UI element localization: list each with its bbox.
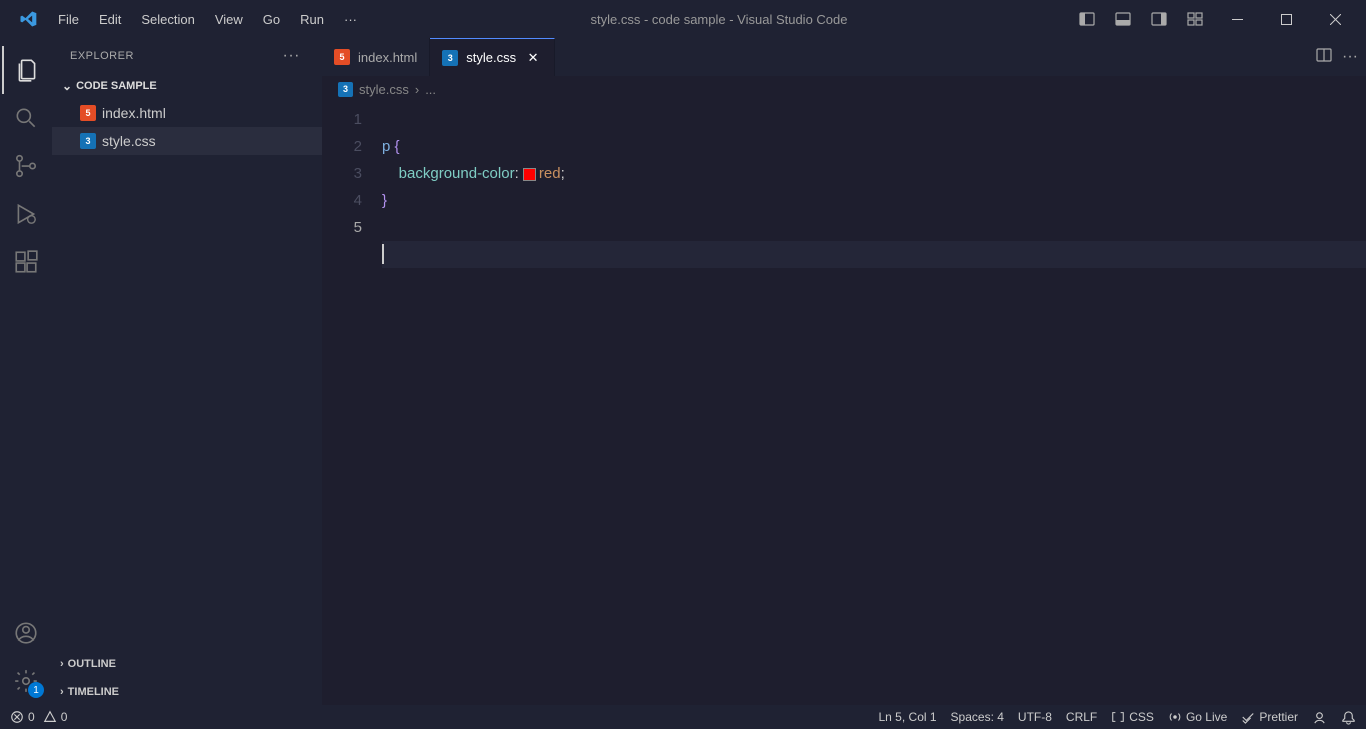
file-index-html[interactable]: 5 index.html <box>52 99 322 127</box>
breadcrumb-rest: ... <box>425 82 436 97</box>
activity-extensions-icon[interactable] <box>2 238 50 286</box>
breadcrumb-file: style.css <box>359 82 409 97</box>
activity-debug-icon[interactable] <box>2 190 50 238</box>
tab-index-html[interactable]: 5 index.html <box>322 38 430 76</box>
line-number: 3 <box>322 160 362 187</box>
editor-area: 5 index.html 3 style.css ✕ ··· 3 style.c… <box>322 38 1366 705</box>
tab-style-css[interactable]: 3 style.css ✕ <box>430 38 555 76</box>
line-gutter: 1 2 3 4 5 <box>322 102 382 705</box>
status-encoding[interactable]: UTF-8 <box>1018 710 1052 724</box>
chevron-right-icon: › <box>60 686 64 698</box>
outline-section[interactable]: › OUTLINE <box>52 649 322 677</box>
activity-bar: 1 <box>0 38 52 705</box>
timeline-section[interactable]: › TIMELINE <box>52 677 322 705</box>
sidebar-title-row: EXPLORER ··· <box>52 38 322 73</box>
css-file-icon: 3 <box>442 50 458 66</box>
code-editor[interactable]: 1 2 3 4 5 p { background-color: red; } <box>322 102 1366 705</box>
layout-customize-icon[interactable] <box>1179 4 1211 34</box>
status-go-live[interactable]: Go Live <box>1168 710 1227 724</box>
current-line <box>382 241 1366 268</box>
file-style-css[interactable]: 3 style.css <box>52 127 322 155</box>
menu-more-icon[interactable]: ··· <box>334 12 367 27</box>
layout-panel-left-icon[interactable] <box>1071 4 1103 34</box>
status-prettier[interactable]: Prettier <box>1241 710 1298 724</box>
prettier-label: Prettier <box>1259 710 1298 724</box>
menu-go[interactable]: Go <box>253 12 290 27</box>
token-indent <box>382 165 399 182</box>
editor-more-icon[interactable]: ··· <box>1342 48 1358 66</box>
status-spaces[interactable]: Spaces: 4 <box>951 710 1004 724</box>
cursor-icon <box>382 244 384 264</box>
status-warnings[interactable]: 0 <box>43 710 68 724</box>
token-brace: { <box>395 138 400 155</box>
token-colon: : <box>515 165 523 182</box>
window-close-icon[interactable] <box>1313 4 1358 34</box>
layout-panel-bottom-icon[interactable] <box>1107 4 1139 34</box>
activity-settings-icon[interactable]: 1 <box>2 657 50 705</box>
status-eol[interactable]: CRLF <box>1066 710 1097 724</box>
status-errors[interactable]: 0 <box>10 710 35 724</box>
activity-search-icon[interactable] <box>2 94 50 142</box>
file-tree: 5 index.html 3 style.css <box>52 99 322 649</box>
status-bell-icon[interactable] <box>1341 710 1356 725</box>
tab-label: style.css <box>466 50 516 65</box>
css-file-icon: 3 <box>80 133 96 149</box>
breadcrumb[interactable]: 3 style.css › ... <box>322 76 1366 102</box>
line-number: 1 <box>322 106 362 133</box>
split-editor-icon[interactable] <box>1316 47 1332 68</box>
status-position[interactable]: Ln 5, Col 1 <box>879 710 937 724</box>
code-content[interactable]: p { background-color: red; } <box>382 102 1366 705</box>
tab-label: index.html <box>358 50 417 65</box>
token-value: red <box>539 165 561 182</box>
menu-view[interactable]: View <box>205 12 253 27</box>
file-label: style.css <box>102 133 156 149</box>
line-number: 5 <box>322 214 362 241</box>
warnings-count: 0 <box>61 710 68 724</box>
layout-panel-right-icon[interactable] <box>1143 4 1175 34</box>
menu-selection[interactable]: Selection <box>131 12 204 27</box>
menu-run[interactable]: Run <box>290 12 334 27</box>
timeline-label: TIMELINE <box>68 686 119 698</box>
file-label: index.html <box>102 105 166 121</box>
activity-source-control-icon[interactable] <box>2 142 50 190</box>
titlebar: File Edit Selection View Go Run ··· styl… <box>0 0 1366 38</box>
activity-account-icon[interactable] <box>2 609 50 657</box>
menu-file[interactable]: File <box>48 12 89 27</box>
window-minimize-icon[interactable] <box>1215 4 1260 34</box>
line-number: 4 <box>322 187 362 214</box>
project-header[interactable]: ⌄ CODE SAMPLE <box>52 73 322 99</box>
token-property: background-color <box>399 165 515 182</box>
chevron-right-icon: › <box>60 658 64 670</box>
language-name: CSS <box>1129 710 1154 724</box>
line-number: 2 <box>322 133 362 160</box>
color-swatch-icon <box>523 168 536 181</box>
settings-badge: 1 <box>28 682 44 698</box>
project-name: CODE SAMPLE <box>76 80 157 92</box>
token-selector: p <box>382 138 395 155</box>
status-bar: 0 0 Ln 5, Col 1 Spaces: 4 UTF-8 CRLF CSS… <box>0 705 1366 729</box>
explorer-more-icon[interactable]: ··· <box>279 47 304 65</box>
outline-label: OUTLINE <box>68 658 116 670</box>
chevron-down-icon: ⌄ <box>62 79 72 93</box>
activity-explorer-icon[interactable] <box>2 46 50 94</box>
token-semi: ; <box>561 165 565 182</box>
explorer-title: EXPLORER <box>70 50 134 62</box>
tab-close-icon[interactable]: ✕ <box>524 49 542 67</box>
token-brace: } <box>382 192 387 209</box>
window-maximize-icon[interactable] <box>1264 4 1309 34</box>
window-title: style.css - code sample - Visual Studio … <box>367 12 1071 27</box>
html-file-icon: 5 <box>334 49 350 65</box>
go-live-label: Go Live <box>1186 710 1227 724</box>
sidebar: EXPLORER ··· ⌄ CODE SAMPLE 5 index.html … <box>52 38 322 705</box>
status-feedback-icon[interactable] <box>1312 710 1327 725</box>
vscode-logo-icon <box>18 9 38 29</box>
html-file-icon: 5 <box>80 105 96 121</box>
tabs: 5 index.html 3 style.css ✕ ··· <box>322 38 1366 76</box>
errors-count: 0 <box>28 710 35 724</box>
status-language[interactable]: CSS <box>1111 710 1154 724</box>
chevron-right-icon: › <box>415 82 419 97</box>
css-file-icon: 3 <box>338 82 353 97</box>
menu-edit[interactable]: Edit <box>89 12 131 27</box>
